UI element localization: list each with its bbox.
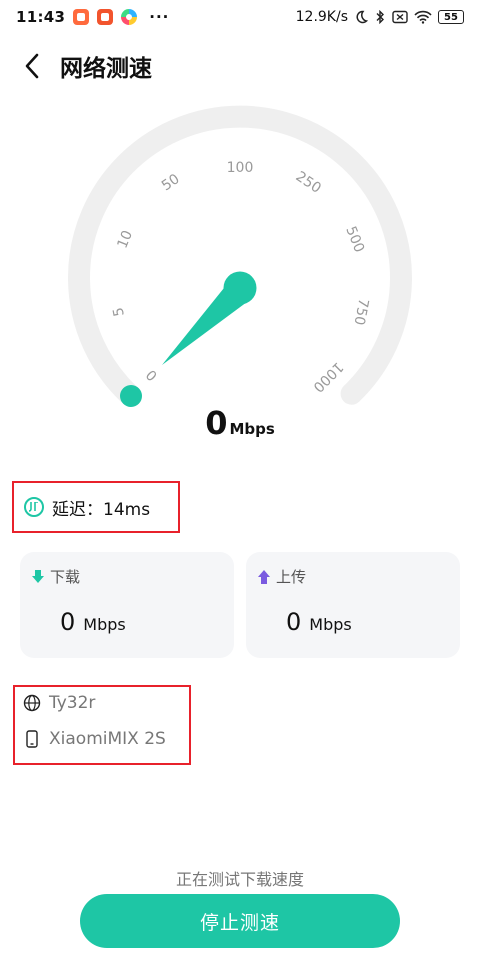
gauge-needle	[120, 271, 257, 407]
header: 网络测速	[0, 44, 480, 88]
globe-icon	[23, 694, 41, 712]
multicolor-app-icon	[121, 9, 138, 25]
app-notification-icon	[73, 9, 90, 25]
more-notifications-icon: ···	[149, 8, 170, 26]
sim-off-icon	[392, 10, 408, 24]
download-unit: Mbps	[83, 615, 126, 634]
stop-test-button[interactable]: 停止测速	[80, 894, 400, 948]
tick-label-50: 50	[159, 171, 183, 194]
bluetooth-icon	[376, 10, 384, 24]
moon-icon	[356, 10, 368, 24]
upload-arrow-icon	[258, 569, 270, 584]
phone-icon	[26, 730, 38, 748]
download-arrow-icon	[32, 569, 44, 584]
tick-label-5: 5	[110, 306, 127, 318]
device-name: XiaomiMIX 2S	[49, 729, 166, 749]
download-value: 0	[60, 608, 76, 636]
tick-label-500: 500	[342, 224, 367, 255]
tick-label-1000: 1000	[310, 359, 347, 396]
app-notification-icon-2	[97, 9, 114, 25]
tick-label-250: 250	[293, 169, 324, 197]
needle-hub	[223, 271, 257, 305]
device-info: Ty32r XiaomiMIX 2S	[13, 685, 191, 765]
back-button[interactable]	[10, 44, 54, 88]
network-row: Ty32r	[23, 693, 95, 713]
tick-label-750: 750	[351, 297, 372, 326]
wifi-icon	[414, 10, 432, 24]
page-title: 网络测速	[60, 56, 152, 82]
network-name: Ty32r	[49, 693, 96, 713]
battery-icon: 55	[438, 10, 464, 24]
download-card: 下载 0 Mbps	[20, 552, 234, 658]
test-status-text: 正在测试下载速度	[175, 870, 304, 889]
upload-label: 上传	[276, 568, 307, 586]
current-speed: 0 Mbps	[0, 404, 480, 442]
gauge-track	[68, 105, 412, 405]
network-speed: 12.9K/s	[295, 9, 348, 25]
tick-label-100: 100	[227, 160, 254, 176]
upload-value: 0	[286, 608, 302, 636]
device-row: XiaomiMIX 2S	[23, 729, 166, 749]
latency-row: 延迟：14ms	[12, 481, 180, 533]
tick-label-10: 10	[115, 228, 137, 251]
tick-label-0: 0	[143, 366, 161, 384]
upload-unit: Mbps	[309, 615, 352, 634]
current-speed-unit: Mbps	[229, 420, 275, 438]
download-label: 下载	[50, 568, 81, 586]
latency-icon	[24, 497, 44, 517]
latency-text: 延迟：14ms	[52, 499, 151, 520]
status-time: 11:43	[16, 8, 66, 26]
status-bar: 11:43 ··· 12.9K/s 55	[0, 0, 480, 34]
upload-card: 上传 0 Mbps	[246, 552, 460, 658]
chevron-left-icon	[25, 53, 39, 79]
current-speed-value: 0	[205, 404, 228, 442]
